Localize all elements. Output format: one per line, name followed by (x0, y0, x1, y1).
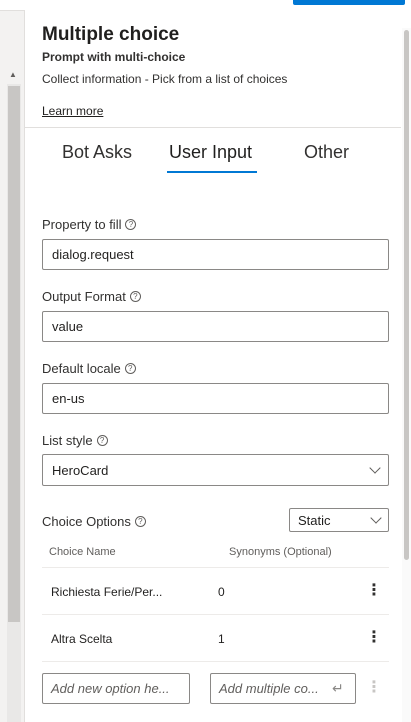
output-format-input[interactable]: value (42, 311, 389, 342)
list-style-dropdown[interactable]: HeroCard (42, 454, 389, 486)
help-circle-icon[interactable]: ? (125, 219, 137, 230)
list-style-value: HeroCard (52, 462, 109, 478)
output-format-label-text: Output Format (42, 289, 126, 304)
more-vertical-icon[interactable]: ⋮ (366, 630, 382, 646)
property-input[interactable]: dialog.request (42, 239, 389, 270)
help-circle-icon[interactable]: ? (129, 291, 141, 302)
learn-more-link[interactable]: Learn more (42, 104, 103, 118)
column-header-choice-name: Choice Name (49, 546, 116, 558)
property-label-text: Property to fill (42, 217, 122, 232)
help-circle-icon[interactable]: ? (96, 435, 108, 446)
choice-options-label-text: Choice Options (42, 514, 131, 529)
table-row-synonyms[interactable]: 1 (218, 632, 225, 646)
page-title: Multiple choice (42, 24, 180, 45)
page-description: Collect information - Pick from a list o… (42, 72, 288, 86)
primary-action-button[interactable] (293, 0, 405, 5)
tab-user-input[interactable]: User Input (169, 142, 252, 163)
output-format-label: Output Format ? (42, 289, 141, 304)
help-circle-icon[interactable]: ? (124, 363, 136, 374)
header-divider (25, 127, 401, 128)
selected-tab-indicator (167, 171, 257, 173)
table-divider (42, 661, 389, 662)
tab-bot-asks[interactable]: Bot Asks (62, 142, 132, 163)
table-divider (42, 567, 389, 568)
default-locale-input[interactable]: en-us (42, 383, 389, 414)
table-row-name[interactable]: Altra Scelta (51, 632, 112, 646)
more-vertical-icon[interactable]: ⋮ (366, 583, 382, 599)
page-subtitle: Prompt with multi-choice (42, 50, 186, 64)
more-vertical-icon: ⋮ (366, 679, 382, 696)
list-style-label: List style ? (42, 433, 108, 448)
table-row-synonyms[interactable]: 0 (218, 585, 225, 599)
default-locale-label: Default locale ? (42, 361, 136, 376)
left-scrollbar-thumb[interactable] (8, 86, 20, 622)
scroll-up-arrow-icon[interactable]: ▲ (9, 70, 17, 80)
property-label: Property to fill ? (42, 217, 137, 232)
choice-options-label: Choice Options ? (42, 514, 146, 529)
choice-mode-value: Static (298, 512, 331, 528)
table-row-name[interactable]: Richiesta Ferie/Per... (51, 585, 162, 599)
chevron-down-icon (370, 511, 382, 524)
choice-mode-dropdown[interactable]: Static (289, 508, 389, 532)
table-divider (42, 614, 389, 615)
list-style-label-text: List style (42, 433, 93, 448)
left-toolbar (0, 0, 25, 11)
chevron-down-icon (369, 461, 381, 474)
tab-other[interactable]: Other (304, 142, 349, 163)
add-option-input[interactable]: Add new option he... (42, 673, 190, 704)
default-locale-label-text: Default locale (42, 361, 121, 376)
column-header-synonyms: Synonyms (Optional) (229, 546, 332, 558)
enter-icon[interactable]: ↵ (332, 680, 344, 697)
panel-scrollbar-thumb[interactable] (404, 30, 409, 560)
help-circle-icon[interactable]: ? (134, 516, 146, 527)
